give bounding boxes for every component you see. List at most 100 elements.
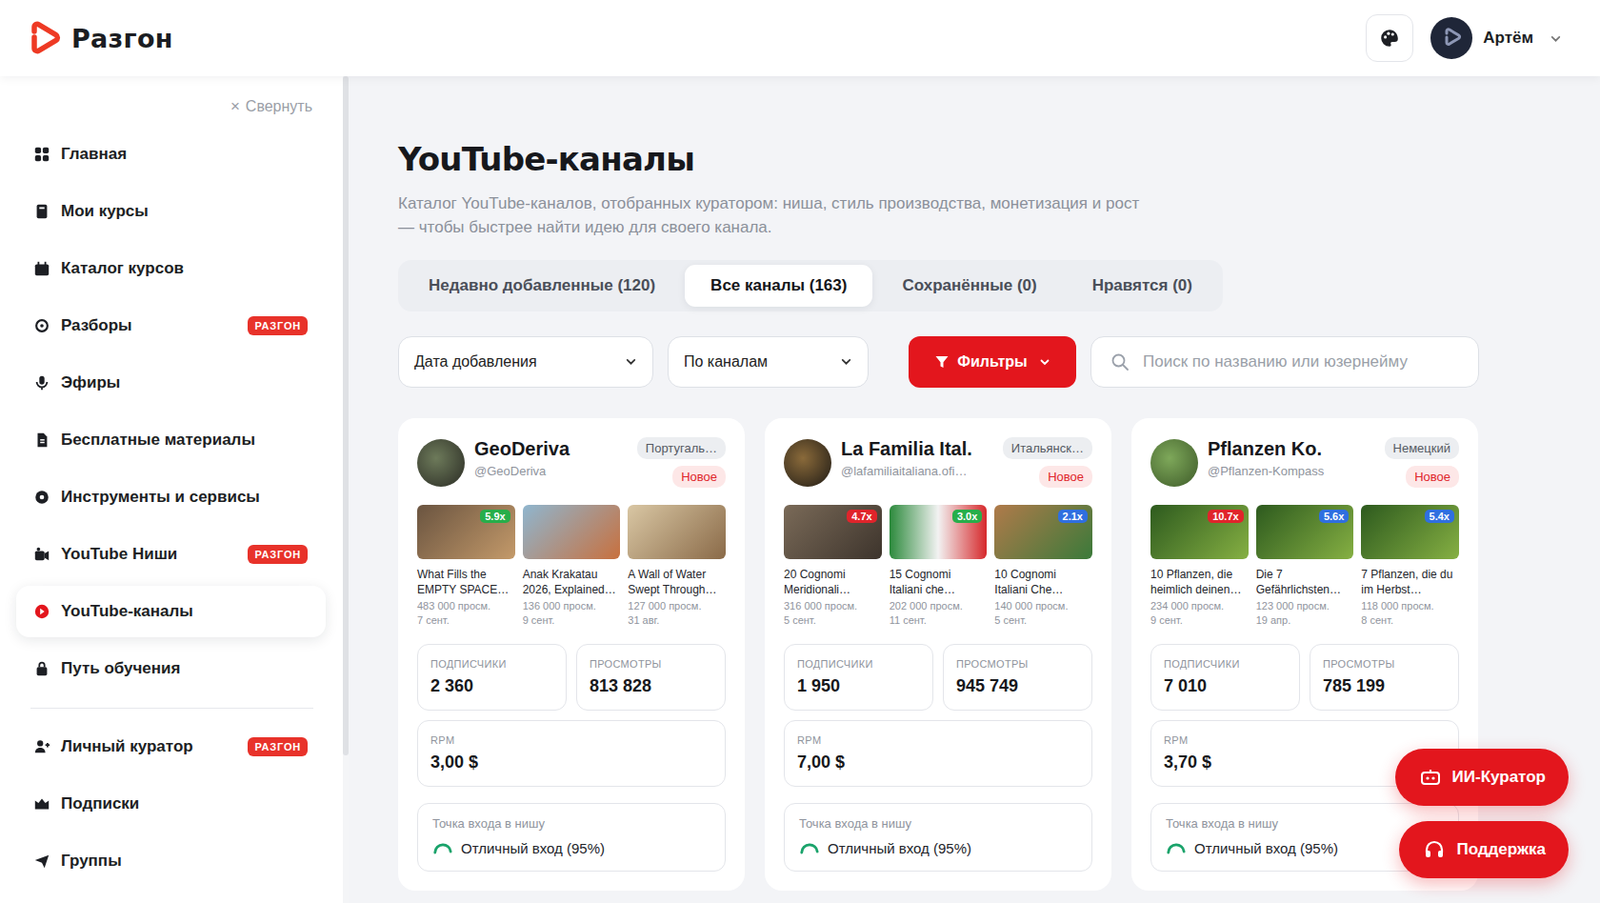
- video-thumbnail[interactable]: 2.1x: [994, 504, 1093, 560]
- channels-icon: [33, 602, 51, 620]
- sidebar-item[interactable]: Подписки: [16, 778, 326, 830]
- video-list: 5.9x What Fills the EMPTY SPACE… 483 000…: [417, 504, 726, 626]
- sidebar-item[interactable]: YouTube Ниши РАЗГОН: [16, 528, 326, 580]
- video[interactable]: 5.6x Die 7 Gefährlichsten… 123 000 просм…: [1256, 504, 1355, 626]
- sidebar-badge: РАЗГОН: [247, 316, 308, 336]
- sidebar-item[interactable]: Разборы РАЗГОН: [16, 300, 326, 352]
- gauge-icon: [799, 841, 820, 855]
- video-date: 9 сент.: [1150, 614, 1249, 626]
- toolbar: Дата добавления По каналам Фильтры: [398, 336, 1480, 388]
- channel-avatar: [1150, 439, 1199, 487]
- video-views: 136 000 просм.: [522, 600, 621, 612]
- sidebar-item[interactable]: Группы: [16, 835, 326, 887]
- tab[interactable]: Нравятся (0): [1066, 264, 1219, 307]
- video[interactable]: 4.7x 20 Cognomi Meridionali… 316 000 про…: [783, 504, 882, 626]
- chevron-down-icon: [1039, 356, 1051, 368]
- rpm-box: RPM 3,00 $: [417, 720, 726, 787]
- user-name: Артём: [1482, 28, 1534, 48]
- multiplier-badge: 2.1x: [1058, 509, 1088, 523]
- entry-box: Точка входа в нишу Отличный вход (95%): [417, 802, 726, 872]
- floating-button[interactable]: ИИ-Куратор: [1395, 748, 1569, 806]
- video-thumbnail[interactable]: 5.6x: [1256, 504, 1355, 560]
- video[interactable]: 5.9x What Fills the EMPTY SPACE… 483 000…: [417, 504, 516, 626]
- sidebar-item[interactable]: Мои курсы: [16, 185, 326, 238]
- video-date: 8 сент.: [1360, 614, 1460, 626]
- sort-select[interactable]: Дата добавления: [398, 336, 654, 388]
- sidebar-item[interactable]: Каталог курсов: [16, 242, 326, 295]
- search-icon: [1110, 352, 1130, 372]
- top-bar: Разгон Артём: [0, 0, 1600, 77]
- sidebar-item[interactable]: Эфиры: [16, 357, 326, 409]
- video-views: 123 000 просм.: [1256, 600, 1355, 612]
- stat-box: ПОДПИСЧИКИ 1 950: [783, 643, 934, 711]
- robot-icon: [1420, 767, 1441, 787]
- headset-icon: [1423, 840, 1445, 860]
- video-views: 483 000 просм.: [417, 600, 516, 612]
- chevron-down-icon: [840, 355, 853, 368]
- video-title: Die 7 Gefährlichsten…: [1256, 566, 1355, 598]
- video-views: 140 000 просм.: [994, 600, 1093, 612]
- avatar-icon: [1430, 17, 1473, 60]
- collapse-button[interactable]: × Свернуть: [16, 97, 326, 117]
- video-thumbnail[interactable]: 3.0x: [889, 504, 988, 560]
- sidebar-divider: [30, 707, 314, 709]
- group-select[interactable]: По каналам: [667, 336, 869, 388]
- channel-name[interactable]: GeoDeriva: [474, 438, 628, 460]
- sidebar-group: Главная Мои курсы Каталог курсов Разборы…: [16, 128, 326, 695]
- tab[interactable]: Сохранённые (0): [876, 264, 1062, 307]
- theme-button[interactable]: [1365, 14, 1414, 62]
- channel-card[interactable]: Pflanzen Ko. @Pflanzen-Kompass Немецкий …: [1131, 418, 1479, 891]
- video-thumbnail[interactable]: 5.9x: [417, 504, 516, 560]
- video-title: What Fills the EMPTY SPACE…: [417, 566, 516, 598]
- tab[interactable]: Все каналы (163): [684, 264, 873, 307]
- channel-handle: @lafamiliaitaliana.ofi…: [840, 463, 994, 479]
- video[interactable]: 2.1x 10 Cognomi Italiani Che… 140 000 пр…: [994, 504, 1093, 626]
- sidebar-item[interactable]: Личный куратор РАЗГОН: [16, 720, 326, 773]
- video-thumbnail[interactable]: 10.7x: [1150, 504, 1249, 560]
- search-input[interactable]: [1140, 351, 1463, 373]
- user-menu[interactable]: Артём: [1430, 17, 1562, 60]
- video-thumbnail[interactable]: 5.4x: [1360, 504, 1460, 560]
- stats: ПОДПИСЧИКИ 7 010ПРОСМОТРЫ 785 199: [1150, 643, 1460, 711]
- video-date: 19 апр.: [1256, 614, 1355, 626]
- sidebar-item[interactable]: Путь обучения: [16, 642, 326, 695]
- sidebar-item[interactable]: Главная: [16, 128, 326, 180]
- niche-icon: [33, 545, 51, 563]
- channel-name[interactable]: Pflanzen Ko.: [1207, 438, 1376, 460]
- logo-icon: [24, 19, 63, 58]
- video[interactable]: 3.0x 15 Cognomi Italiani che… 202 000 пр…: [889, 504, 988, 626]
- chevron-down-icon: [624, 355, 638, 368]
- channel-card[interactable]: GeoDeriva @GeoDeriva Португаль… Новое 5.…: [398, 418, 745, 891]
- new-badge: Новое: [1039, 465, 1093, 488]
- search-field[interactable]: [1090, 336, 1480, 388]
- logo[interactable]: Разгон: [24, 19, 174, 58]
- video[interactable]: 5.4x 7 Pflanzen, die du im Herbst… 118 0…: [1360, 504, 1460, 626]
- multiplier-badge: 5.6x: [1319, 509, 1349, 523]
- floating-button[interactable]: Поддержка: [1399, 820, 1569, 879]
- channel-avatar: [417, 439, 465, 487]
- video-title: 10 Pflanzen, die heimlich deinen…: [1150, 566, 1249, 598]
- sidebar-group: Личный куратор РАЗГОН Подписки Группы: [16, 720, 326, 887]
- sidebar-scrollbar[interactable]: [342, 76, 349, 903]
- filters-button[interactable]: Фильтры: [908, 336, 1077, 388]
- video-title: Anak Krakatau 2026, Explained…: [522, 566, 621, 598]
- video-title: 20 Cognomi Meridionali…: [783, 566, 882, 598]
- gauge-icon: [1165, 841, 1187, 855]
- video[interactable]: Anak Krakatau 2026, Explained… 136 000 п…: [522, 504, 621, 626]
- video-views: 316 000 просм.: [783, 600, 882, 612]
- scrollbar-thumb[interactable]: [342, 76, 349, 756]
- stat-box: ПРОСМОТРЫ 945 749: [942, 643, 1093, 711]
- video[interactable]: 10.7x 10 Pflanzen, die heimlich deinen… …: [1150, 504, 1249, 626]
- channel-card[interactable]: La Familia Ital. @lafamiliaitaliana.ofi……: [764, 418, 1112, 891]
- video-list: 10.7x 10 Pflanzen, die heimlich deinen… …: [1150, 504, 1460, 626]
- channel-name[interactable]: La Familia Ital.: [840, 438, 994, 460]
- tab[interactable]: Недавно добавленные (120): [402, 264, 681, 307]
- video-thumbnail[interactable]: 4.7x: [783, 504, 882, 560]
- sidebar-item[interactable]: YouTube-каналы: [16, 585, 326, 638]
- video-thumbnail[interactable]: [522, 504, 621, 560]
- video-thumbnail[interactable]: [627, 504, 726, 560]
- video-date: 9 сент.: [522, 614, 621, 626]
- video[interactable]: A Wall of Water Swept Through… 127 000 п…: [627, 504, 726, 626]
- sidebar-item[interactable]: Бесплатные материалы: [16, 414, 326, 466]
- sidebar-item[interactable]: Инструменты и сервисы: [16, 471, 326, 523]
